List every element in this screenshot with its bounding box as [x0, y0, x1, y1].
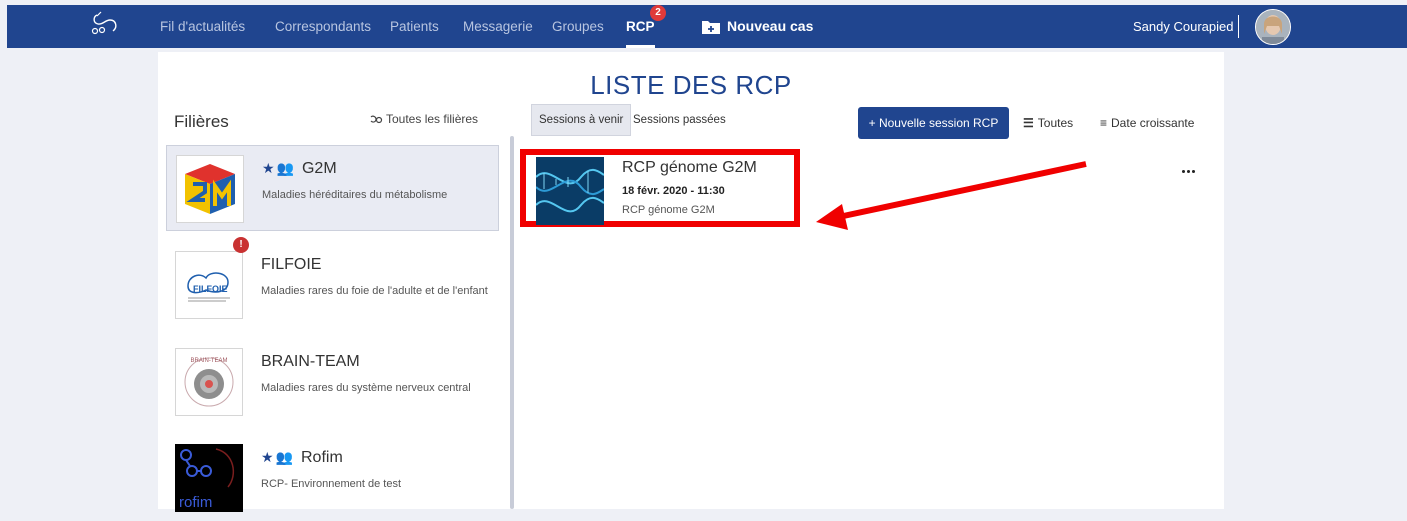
user-name[interactable]: Sandy Courapied	[1133, 5, 1233, 48]
user-separator	[1238, 15, 1239, 38]
all-filieres-label: Toutes les filières	[386, 112, 479, 126]
filiere-name: FILFOIE	[261, 256, 322, 273]
page-title: LISTE DES RCP	[590, 70, 792, 100]
filieres-title: Filières	[174, 112, 229, 131]
top-navbar: Fil d'actualités Correspondants Patients…	[7, 5, 1407, 48]
filiere-name-text: G2M	[301, 160, 337, 177]
rofim-logo-text: rofim	[179, 494, 212, 511]
link-icon	[370, 115, 383, 124]
filiere-alert-badge: !	[233, 237, 249, 253]
main-panel: LISTE DES RCP Filières Toutes les filièr…	[158, 52, 1224, 512]
sort-button[interactable]: ≡ Date croissante	[1100, 107, 1194, 139]
nav-correspondants[interactable]: Correspondants	[275, 5, 371, 48]
star-group-icon: ★👥	[261, 449, 295, 465]
filiere-item-rofim[interactable]: rofim ★👥 Rofim RCP- Environnement de test	[166, 435, 499, 521]
app-logo-icon[interactable]	[89, 9, 123, 39]
filiere-description: RCP- Environnement de test	[261, 478, 402, 490]
tab-sessions-passees[interactable]: Sessions passées	[626, 104, 733, 136]
new-session-button[interactable]: + Nouvelle session RCP	[858, 107, 1009, 139]
session-title: RCP génome G2M	[622, 159, 757, 176]
nav-groupes[interactable]: Groupes	[552, 5, 604, 48]
nav-patients[interactable]: Patients	[390, 5, 439, 48]
filiere-item-filfoie[interactable]: FILFOIE ! FILFOIE Maladies rares du foie…	[166, 237, 499, 328]
filiere-description: Maladies rares du système nerveux centra…	[261, 382, 471, 394]
brain-logo-text: BRAIN-TEAM	[190, 358, 227, 364]
session-subtitle: RCP génome G2M	[622, 204, 715, 216]
new-case-button[interactable]: Nouveau cas	[702, 5, 813, 48]
filfoie-logo-text: FILFOIE	[193, 284, 228, 294]
folder-plus-icon	[702, 21, 720, 34]
filiere-name-text: Rofim	[300, 449, 343, 466]
rofim-logo: rofim	[175, 444, 243, 512]
all-filieres-link[interactable]: Toutes les filières	[370, 112, 478, 126]
star-group-icon: ★👥	[262, 160, 296, 176]
filiere-description: Maladies rares du foie de l'adulte et de…	[261, 285, 488, 297]
rcp-notification-badge: 2	[650, 5, 666, 21]
g2m-logo	[176, 155, 244, 223]
scrollbar[interactable]	[510, 136, 514, 509]
new-case-label: Nouveau cas	[727, 18, 814, 34]
filfoie-logo: FILFOIE	[175, 251, 243, 319]
nav-rcp-label: RCP	[626, 19, 655, 34]
annotation-arrow-icon	[816, 161, 1087, 230]
filiere-name: BRAIN-TEAM	[261, 353, 360, 370]
sort-icon: ≡	[1100, 116, 1108, 130]
sort-label: Date croissante	[1111, 116, 1195, 130]
filter-all-button[interactable]: ☰ Toutes	[1023, 107, 1073, 139]
dna-thumbnail	[536, 157, 604, 225]
brain-team-logo: BRAIN-TEAM	[175, 348, 243, 416]
filiere-item-g2m[interactable]: ★👥 G2M Maladies héréditaires du métabolis…	[166, 145, 499, 231]
filter-all-label: Toutes	[1037, 116, 1074, 130]
session-card[interactable]: RCP génome G2M 18 févr. 2020 - 11:30 RCP…	[520, 149, 800, 227]
avatar[interactable]	[1255, 9, 1291, 45]
filiere-name: ★👥 G2M	[262, 160, 337, 178]
nav-fil-actualites[interactable]: Fil d'actualités	[160, 5, 245, 48]
session-date: 18 févr. 2020 - 11:30	[622, 185, 725, 197]
tab-sessions-a-venir[interactable]: Sessions à venir	[531, 104, 632, 136]
filter-icon: ☰	[1023, 116, 1034, 130]
nav-messagerie[interactable]: Messagerie	[463, 5, 533, 48]
filiere-item-brain-team[interactable]: BRAIN-TEAM BRAIN-TEAM Maladies rares du …	[166, 339, 499, 425]
filiere-name: ★👥 Rofim	[261, 449, 343, 467]
filiere-description: Maladies héréditaires du métabolisme	[262, 189, 448, 201]
